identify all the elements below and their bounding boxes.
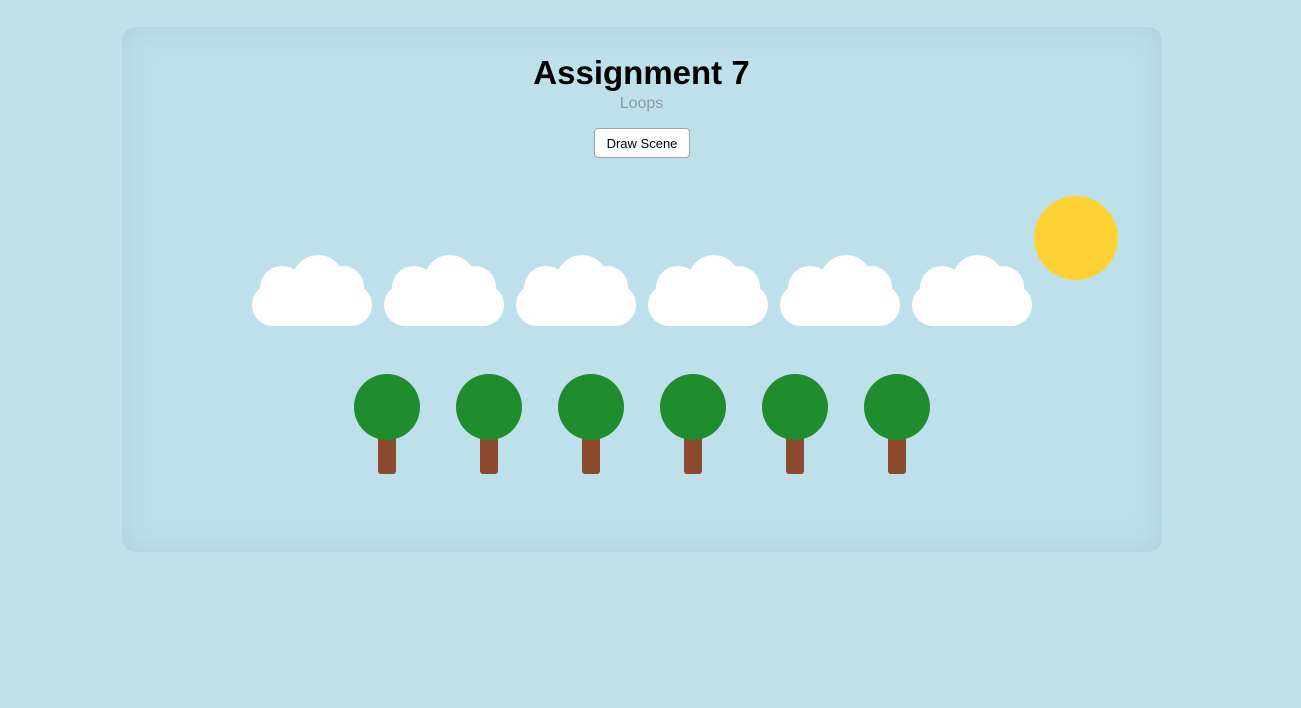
- cloud-base: [252, 284, 372, 326]
- tree-trunk: [480, 434, 498, 474]
- cloud-base: [780, 284, 900, 326]
- tree-crown: [660, 374, 726, 440]
- cloud: [252, 255, 372, 326]
- tree-crown: [762, 374, 828, 440]
- tree-crown: [864, 374, 930, 440]
- cloud: [912, 255, 1032, 326]
- tree-trunk: [888, 434, 906, 474]
- cloud-base: [648, 284, 768, 326]
- draw-scene-button[interactable]: Draw Scene: [594, 128, 690, 158]
- tree-trunk: [378, 434, 396, 474]
- tree: [864, 374, 930, 474]
- sun: [1034, 196, 1118, 280]
- tree: [660, 374, 726, 474]
- tree-trunk: [684, 434, 702, 474]
- tree-crown: [354, 374, 420, 440]
- tree: [762, 374, 828, 474]
- tree-trunk: [786, 434, 804, 474]
- page-subtitle: Loops: [619, 95, 664, 112]
- cloud-base: [384, 284, 504, 326]
- tree: [456, 374, 522, 474]
- tree-crown: [456, 374, 522, 440]
- tree: [354, 374, 420, 474]
- tree-trunk: [582, 434, 600, 474]
- cloud-base: [516, 284, 636, 326]
- tree: [558, 374, 624, 474]
- cloud: [516, 255, 636, 326]
- cloud: [780, 255, 900, 326]
- tree-crown: [558, 374, 624, 440]
- page-title: Assignment 7: [533, 54, 750, 91]
- cloud: [384, 255, 504, 326]
- cloud-base: [912, 284, 1032, 326]
- cloud: [648, 255, 768, 326]
